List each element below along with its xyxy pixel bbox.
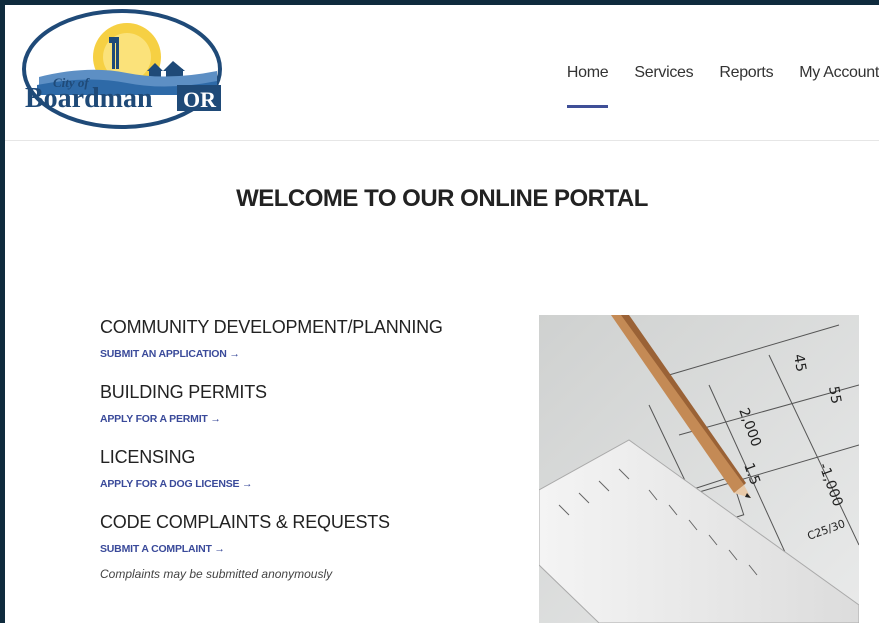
section-building-permits: BUILDING PERMITS APPLY FOR A PERMIT → xyxy=(100,382,520,427)
logo-or-text: OR xyxy=(183,87,217,112)
city-of-boardman-logo[interactable]: City of Boardman OR xyxy=(17,7,227,132)
main-nav: Home Services Reports My Account xyxy=(541,5,879,140)
submit-application-link[interactable]: SUBMIT AN APPLICATION → xyxy=(100,348,240,360)
nav-my-account[interactable]: My Account xyxy=(799,64,879,82)
blueprint-label: 55 xyxy=(825,385,844,405)
blueprint-label: 45 xyxy=(790,353,809,373)
section-title: LICENSING xyxy=(100,447,196,467)
nav-home[interactable]: Home xyxy=(566,64,609,108)
nav-services[interactable]: Services xyxy=(634,64,693,82)
complaint-note: Complaints may be submitted anonymously xyxy=(100,567,333,581)
logo-boardman-text: Boardman xyxy=(25,83,153,114)
page-frame: City of Boardman OR Home Services Report… xyxy=(5,5,879,623)
section-title: CODE COMPLAINTS & REQUESTS xyxy=(100,512,390,532)
section-licensing: LICENSING APPLY FOR A DOG LICENSE → xyxy=(100,447,520,492)
section-code-complaints: CODE COMPLAINTS & REQUESTS SUBMIT A COMP… xyxy=(100,512,520,581)
submit-complaint-link[interactable]: SUBMIT A COMPLAINT → xyxy=(100,543,225,555)
apply-dog-license-link[interactable]: APPLY FOR A DOG LICENSE → xyxy=(100,478,253,490)
services-list: COMMUNITY DEVELOPMENT/PLANNING SUBMIT AN… xyxy=(100,317,520,601)
nav-reports[interactable]: Reports xyxy=(719,64,773,82)
page-title: WELCOME TO OUR ONLINE PORTAL xyxy=(236,185,648,212)
apply-permit-link[interactable]: APPLY FOR A PERMIT → xyxy=(100,413,221,425)
site-header: City of Boardman OR Home Services Report… xyxy=(5,5,879,141)
blueprint-pencil-photo: 2,000 45 55 -1,000 1.5 C25/30 25 6-6 xyxy=(539,315,859,623)
section-title: BUILDING PERMITS xyxy=(100,382,267,402)
section-community-development: COMMUNITY DEVELOPMENT/PLANNING SUBMIT AN… xyxy=(100,317,520,362)
section-title: COMMUNITY DEVELOPMENT/PLANNING xyxy=(100,317,443,337)
